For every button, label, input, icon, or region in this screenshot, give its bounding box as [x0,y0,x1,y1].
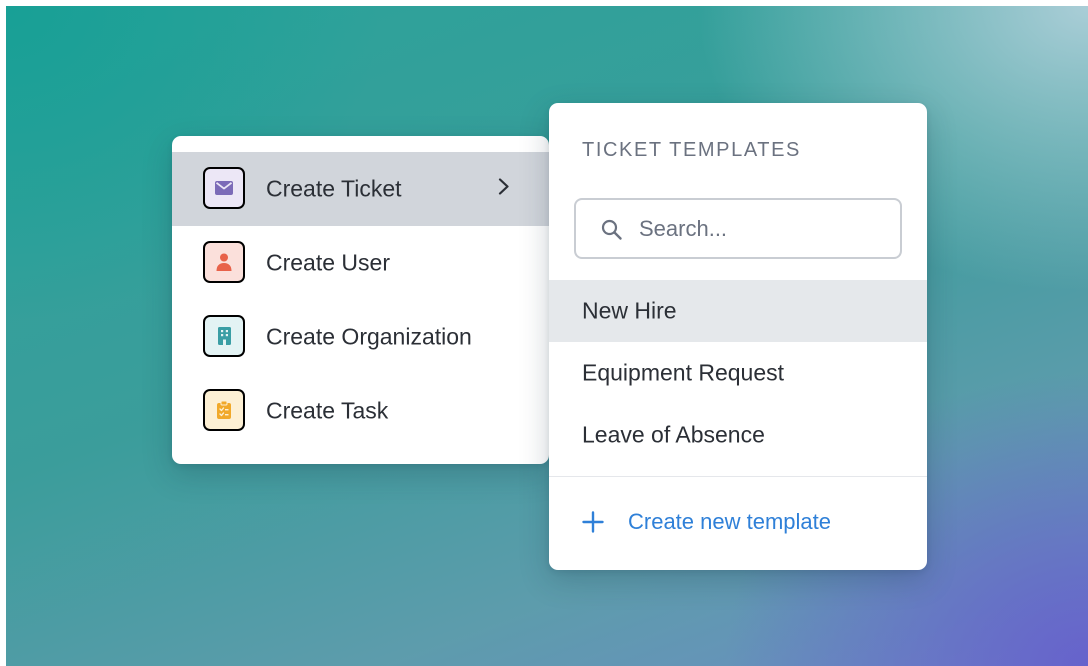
menu-item-label: Create Organization [266,323,472,350]
search-icon [601,219,623,246]
submenu-title: TICKET TEMPLATES [582,139,801,161]
menu-item-label: Create Ticket [266,175,402,202]
envelope-icon [203,167,245,209]
template-label: Equipment Request [582,359,785,386]
template-item-new-hire[interactable]: New Hire [549,280,927,342]
create-new-template-label: Create new template [628,509,831,534]
create-menu: Create Ticket Create User Create Organiz… [172,136,549,464]
divider [549,476,927,477]
chevron-right-icon [498,178,510,201]
plus-icon [582,511,604,533]
template-item-leave-of-absence[interactable]: Leave of Absence [549,404,927,466]
search-field[interactable] [574,198,902,259]
clipboard-icon [203,389,245,431]
person-icon [203,241,245,283]
ticket-templates-submenu: TICKET TEMPLATES New Hire Equipment Requ… [549,103,927,570]
menu-item-create-organization[interactable]: Create Organization [172,300,549,374]
template-label: New Hire [582,297,677,324]
template-label: Leave of Absence [582,421,765,448]
building-icon [203,315,245,357]
menu-item-label: Create User [266,249,390,276]
create-new-template-button[interactable]: Create new template [582,503,831,541]
menu-item-create-user[interactable]: Create User [172,226,549,300]
menu-item-label: Create Task [266,397,389,424]
menu-item-create-ticket[interactable]: Create Ticket [172,152,549,226]
menu-item-create-task[interactable]: Create Task [172,374,549,448]
search-input[interactable] [639,208,889,250]
template-item-equipment-request[interactable]: Equipment Request [549,342,927,404]
